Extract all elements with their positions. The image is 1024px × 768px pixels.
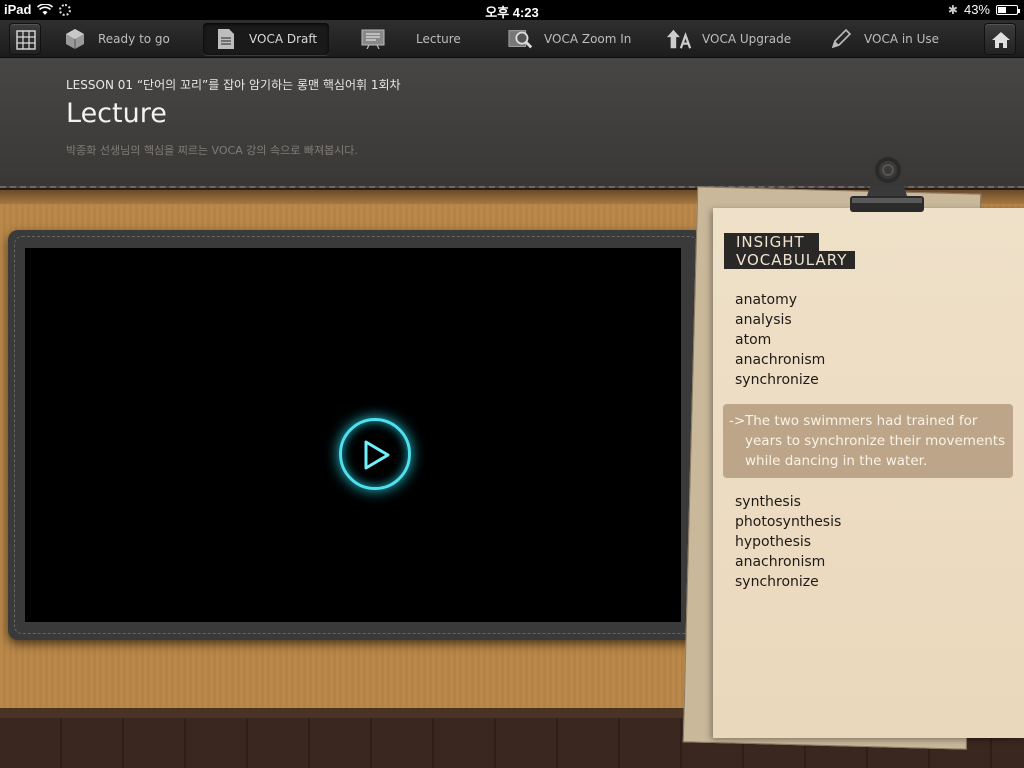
play-button[interactable] bbox=[339, 418, 411, 490]
status-bar: iPad 오후 4:23 ✱ 43% bbox=[0, 0, 1024, 20]
home-icon bbox=[992, 32, 1010, 48]
nav-voca-upgrade[interactable]: VOCA Upgrade bbox=[656, 23, 801, 55]
word-item[interactable]: analysis bbox=[735, 310, 825, 330]
battery-fill bbox=[998, 6, 1006, 13]
word-item[interactable]: anachronism bbox=[735, 552, 841, 572]
word-item[interactable]: hypothesis bbox=[735, 532, 841, 552]
vocabulary-tag: VOCABULARY bbox=[724, 251, 856, 269]
word-item[interactable]: synchronize bbox=[735, 572, 841, 592]
example-sentence: -> The two swimmers had trained for year… bbox=[723, 404, 1013, 478]
nav-voca-draft[interactable]: VOCA Draft bbox=[203, 23, 329, 55]
nav-label: Lecture bbox=[416, 32, 461, 46]
nav-label: VOCA Draft bbox=[249, 32, 318, 46]
word-item[interactable]: atom bbox=[735, 330, 825, 350]
word-item[interactable]: anachronism bbox=[735, 350, 825, 370]
page-title: Lecture bbox=[66, 98, 167, 129]
top-navigation: Ready to go VOCA Draft Lecture VOCA Zoom… bbox=[0, 20, 1024, 58]
nav-label: VOCA Zoom In bbox=[544, 32, 632, 46]
nav-label: VOCA Upgrade bbox=[702, 32, 792, 46]
example-text: The two swimmers had trained for years t… bbox=[745, 413, 1006, 469]
lesson-line: LESSON 01 “단어의 꼬리”를 잡아 암기하는 롱맨 핵심어휘 1회차 bbox=[66, 78, 401, 92]
cube-icon bbox=[62, 26, 88, 52]
nav-voca-zoom-in[interactable]: VOCA Zoom In bbox=[498, 23, 641, 55]
arrow-marker: -> bbox=[729, 413, 746, 429]
pencil-icon bbox=[828, 26, 854, 52]
insight-tag: INSIGHT bbox=[724, 233, 819, 251]
play-icon bbox=[364, 440, 390, 470]
word-item[interactable]: photosynthesis bbox=[735, 512, 841, 532]
battery-icon bbox=[996, 4, 1020, 15]
page-subtitle: 박종화 선생님의 핵심을 찌르는 VOCA 강의 속으로 빠져봅시다. bbox=[66, 144, 358, 157]
home-button[interactable] bbox=[984, 23, 1016, 55]
related-words-list: anatomy analysis atom anachronism synchr… bbox=[735, 290, 825, 390]
word-item[interactable]: synthesis bbox=[735, 492, 841, 512]
document-icon bbox=[213, 26, 239, 52]
lecture-board-icon bbox=[360, 26, 386, 52]
battery-percent: 43% bbox=[963, 2, 990, 17]
word-item[interactable]: anatomy bbox=[735, 290, 825, 310]
vocabulary-sheet: INSIGHT VOCABULARY anatomy analysis atom… bbox=[713, 208, 1024, 738]
menu-grid-button[interactable] bbox=[9, 23, 41, 55]
video-screen[interactable] bbox=[25, 248, 681, 622]
grid-icon bbox=[16, 30, 36, 50]
status-time: 오후 4:23 bbox=[485, 5, 539, 20]
word-item[interactable]: synchronize bbox=[735, 370, 825, 390]
nav-voca-in-use[interactable]: VOCA in Use bbox=[818, 23, 949, 55]
upgrade-arrow-icon bbox=[666, 26, 692, 52]
nav-label: VOCA in Use bbox=[864, 32, 940, 46]
nav-label: Ready to go bbox=[98, 32, 170, 46]
nav-ready-to-go[interactable]: Ready to go bbox=[52, 23, 180, 55]
video-player bbox=[8, 230, 704, 640]
nav-lecture[interactable]: Lecture bbox=[350, 23, 471, 55]
derived-words-list: synthesis photosynthesis hypothesis anac… bbox=[735, 492, 841, 592]
bluetooth-icon: ✱ bbox=[947, 2, 958, 17]
magnifier-icon bbox=[508, 26, 534, 52]
binder-clip-icon bbox=[850, 157, 924, 212]
